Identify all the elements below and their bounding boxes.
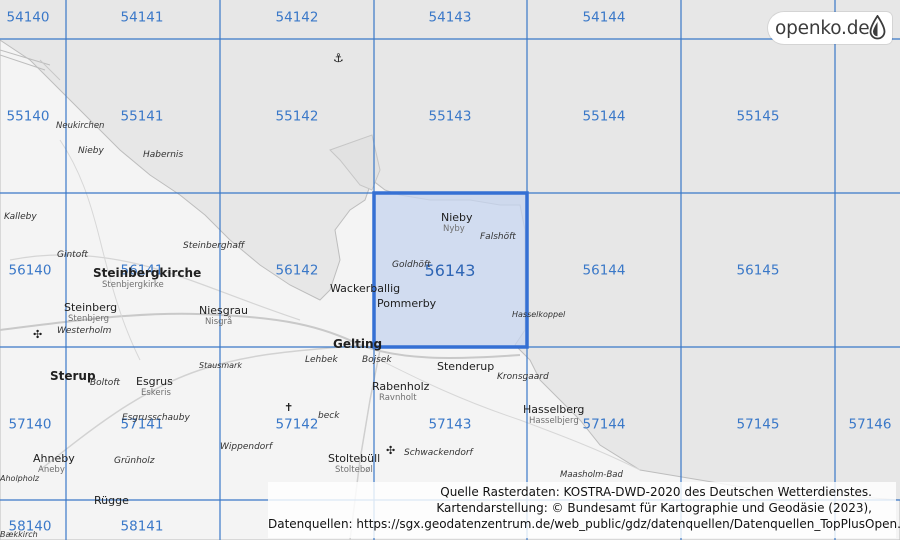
grid-cell-label[interactable]: 55142 [276,110,319,124]
place-label: Nyby [443,224,465,234]
grid-cell-label[interactable]: 56140 [9,264,52,278]
windmill-icon: ✣ [33,328,43,341]
attribution-line: Quelle Rasterdaten: KOSTRA-DWD-2020 des … [440,485,872,499]
grid-cell-label[interactable]: 57145 [737,418,780,432]
lighthouse-icon: ⚓ [333,51,344,65]
attribution-box: Quelle Rasterdaten: KOSTRA-DWD-2020 des … [268,482,900,538]
grid-cell-label[interactable]: 56144 [583,264,626,278]
place-label: Goldhöft [392,260,431,270]
grid-cell-label[interactable]: 55140 [7,110,50,124]
place-label: beck [318,411,340,421]
place-label: Ravnholt [379,393,417,403]
grid-cell-label[interactable]: 58141 [121,520,164,534]
grid-cell-label[interactable]: 57146 [849,418,892,432]
place-label: Hasselberg [523,403,585,416]
place-label: Nieby [441,211,473,224]
place-label: Neukirchen [56,121,105,131]
place-label: Stoltebüll [328,452,381,465]
windmill-icon: ✣ [386,444,396,457]
grid-cell-label[interactable]: 57143 [429,418,472,432]
place-label: Falshöft [480,232,516,242]
place-label: Stausmark [199,361,242,370]
brand-logo[interactable]: openko.de [768,12,892,44]
place-label: Grünholz [114,456,155,466]
place-label: Rabenholz [372,380,430,393]
grid-cell-label[interactable]: 55143 [429,110,472,124]
place-label: Hasselkoppel [512,310,566,319]
place-label: Pommerby [377,297,437,310]
place-label: Nieby [78,146,104,156]
place-label: Sterup [50,369,96,383]
grid-cell-label[interactable]: 54143 [429,11,472,25]
place-label: Kalleby [4,212,37,222]
place-label: Stoltebøl [335,465,373,475]
grid-cell-label[interactable]: 55145 [737,110,780,124]
grid-cell-label[interactable]: 56145 [737,264,780,278]
place-label: Hasselbjerg [529,416,579,426]
grid-cell-label[interactable]: 55144 [583,110,626,124]
grid-cell-label[interactable]: 57144 [583,418,626,432]
place-label: Aneby [38,465,65,475]
place-label: Stenderup [437,360,495,373]
place-label: Esgrus [136,375,173,388]
grid-cell-label[interactable]: 55141 [121,110,164,124]
place-label: Habernis [143,150,184,160]
place-label: Bækkirch [0,530,38,539]
place-label: Ahneby [33,452,75,465]
grid-cell-label[interactable]: 57142 [276,418,319,432]
map-view[interactable]: 54140 54141 54142 54143 54144 55140 55141 55142… [0,0,900,540]
place-label: Steinbergkirche [93,266,202,280]
place-label: Schwackendorf [404,448,473,458]
drop-icon [869,15,886,40]
place-label: Eskeris [141,388,171,398]
place-label: Rügge [94,494,129,507]
grid-cell-label[interactable]: 54142 [276,11,319,25]
logo-text: openko.de [775,17,870,39]
place-label: Gintoft [57,250,88,260]
place-label: Esgrusschauby [122,413,190,423]
place-label: Lehbek [305,355,338,365]
place-label: Niesgrau [199,304,249,317]
grid-cell-label-selected[interactable]: 56143 [425,263,476,279]
place-label: Westerholm [57,326,112,336]
place-label: Gelting [333,337,383,351]
place-label: Maasholm-Bad [560,470,623,480]
place-label: Stenbjergkirke [102,280,164,290]
place-label: Wackerballig [330,282,401,295]
place-label: Steinberg [64,301,118,314]
place-label: Bojsek [362,355,392,365]
grid-cell-label[interactable]: 54140 [7,11,50,25]
place-label: Nisgrå [205,317,233,327]
place-label: Wippendorf [220,442,273,452]
grid-cell-label[interactable]: 54141 [121,11,164,25]
grid-cell-label[interactable]: 56142 [276,264,319,278]
place-label: Stenbjerg [68,314,110,324]
grid-cell-label[interactable]: 57140 [9,418,52,432]
place-label: Boltoft [90,378,120,388]
attribution-line: Kartendarstellung: © Bundesamt für Karto… [436,501,872,515]
place-label: Kronsgaard [497,372,549,382]
church-icon: ✝ [284,401,294,414]
grid-cell-label[interactable]: 54144 [583,11,626,25]
place-label: Steinberghaff [183,241,245,251]
place-label: Aholpholz [0,474,40,483]
attribution-line: Datenquellen: https://sgx.geodatenzentru… [268,517,900,531]
